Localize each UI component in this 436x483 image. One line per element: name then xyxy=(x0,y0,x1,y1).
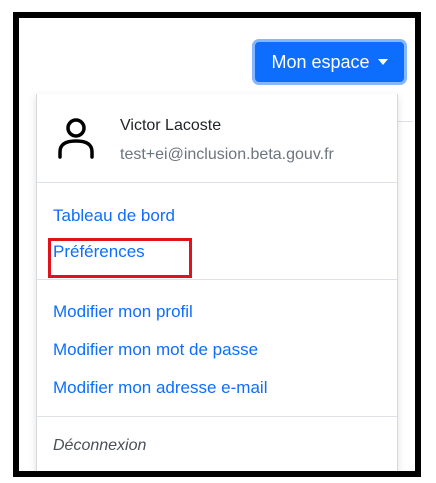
user-info: Victor Lacoste test+ei@inclusion.beta.go… xyxy=(37,94,397,182)
menu-item-tableau-de-bord[interactable]: Tableau de bord xyxy=(53,206,175,226)
user-email: test+ei@inclusion.beta.gouv.fr xyxy=(120,146,334,163)
menu-item-modifier-mot-de-passe[interactable]: Modifier mon mot de passe xyxy=(53,340,258,360)
menu-divider xyxy=(37,279,397,280)
top-navbar: Mon espace xyxy=(19,18,415,102)
preferences-highlight-box xyxy=(48,238,192,278)
menu-item-deconnexion[interactable]: Déconnexion xyxy=(53,437,146,455)
caret-down-icon xyxy=(377,59,388,65)
menu-divider xyxy=(37,416,397,417)
menu-item-modifier-adresse-email[interactable]: Modifier mon adresse e-mail xyxy=(53,378,267,398)
user-icon xyxy=(58,118,94,159)
user-name: Victor Lacoste xyxy=(120,117,222,134)
menu-item-modifier-profil[interactable]: Modifier mon profil xyxy=(53,302,193,322)
mon-espace-dropdown-button[interactable]: Mon espace xyxy=(252,39,407,85)
menu-divider xyxy=(37,182,397,183)
mon-espace-label: Mon espace xyxy=(271,51,370,72)
screenshot-frame: Mon espace Victor Lacoste test+ei@inclus… xyxy=(13,12,421,477)
user-dropdown-menu: Victor Lacoste test+ei@inclusion.beta.go… xyxy=(36,94,398,471)
